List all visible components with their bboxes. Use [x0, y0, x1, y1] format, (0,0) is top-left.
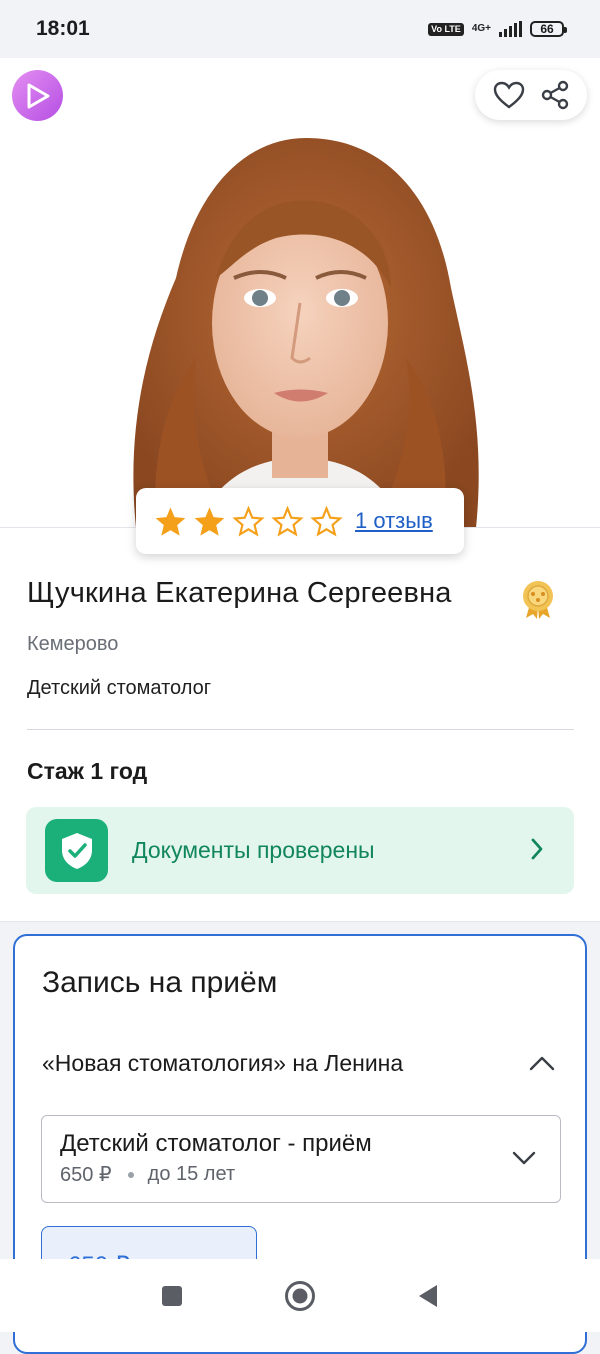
medal-icon — [523, 581, 553, 619]
star-icon — [194, 506, 225, 536]
service-meta: 650 ₽ до 15 лет — [60, 1162, 235, 1187]
play-icon — [27, 83, 49, 108]
nav-square-icon[interactable] — [160, 1284, 184, 1308]
network-type: 4G+ — [471, 23, 491, 34]
system-nav-bar — [0, 1259, 600, 1332]
doctor-experience: Стаж 1 год — [27, 758, 148, 784]
volte-icon: Vo LTE — [428, 22, 464, 36]
chevron-down-icon — [512, 1151, 536, 1165]
service-age: до 15 лет — [147, 1163, 236, 1185]
star-icon — [310, 505, 343, 537]
star-icon — [232, 505, 265, 537]
service-name: Детский стоматолог - приём — [60, 1130, 372, 1157]
status-icons: Vo LTE 4G+ 66 — [428, 21, 567, 37]
reviews-link[interactable]: 1 отзыв — [355, 508, 433, 534]
chevron-up-icon[interactable] — [529, 1055, 555, 1071]
signal-icon — [499, 21, 522, 37]
chevron-right-icon — [531, 838, 543, 860]
service-select[interactable]: Детский стоматолог - приём 650 ₽ до 15 л… — [41, 1115, 561, 1203]
separator-dot — [127, 1171, 134, 1178]
doctor-photo-area — [0, 58, 600, 528]
shield-check-icon — [45, 819, 108, 882]
clinic-name[interactable]: «Новая стоматология» на Ленина — [42, 1050, 403, 1077]
divider — [27, 729, 574, 730]
booking-title: Запись на приём — [42, 966, 278, 999]
doctor-photo — [66, 98, 534, 528]
video-play-button[interactable] — [12, 70, 63, 121]
status-bar: 18:01 Vo LTE 4G+ 66 — [0, 0, 600, 58]
share-icon[interactable] — [541, 80, 569, 110]
star-icon — [271, 505, 304, 537]
actions-pill — [475, 70, 587, 120]
doctor-city: Кемерово — [27, 633, 119, 655]
doctor-name: Щучкина Екатерина Сергеевна — [27, 577, 452, 609]
battery-icon: 66 — [530, 21, 567, 37]
documents-verified-label: Документы проверены — [132, 837, 375, 863]
rating-stars — [154, 505, 343, 537]
doctor-specialty: Детский стоматолог — [27, 677, 212, 699]
nav-home-icon[interactable] — [284, 1280, 316, 1312]
status-time: 18:01 — [36, 17, 90, 40]
heart-icon[interactable] — [493, 81, 525, 109]
service-price: 650 ₽ — [60, 1164, 112, 1186]
star-icon — [155, 506, 186, 536]
documents-verified-banner[interactable]: Документы проверены — [26, 807, 574, 894]
nav-back-icon[interactable] — [416, 1283, 440, 1309]
rating-chip: 1 отзыв — [136, 488, 464, 554]
